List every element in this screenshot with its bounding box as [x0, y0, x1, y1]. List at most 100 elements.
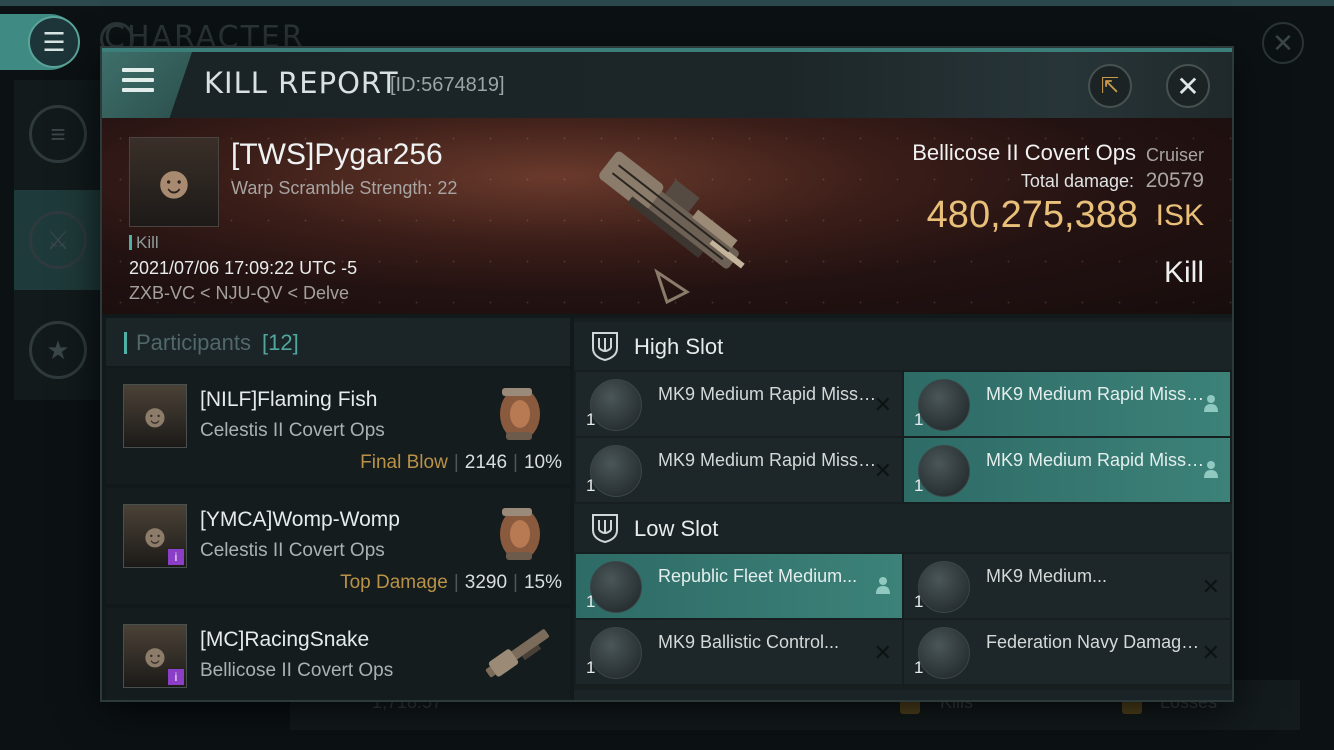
ship-image[interactable] [567, 122, 767, 312]
participant-percent: 10% [523, 452, 562, 473]
kill-datetime: 2021/07/06 17:09:22 UTC -5 [129, 258, 358, 278]
external-link-icon: ⇱ [1100, 73, 1120, 98]
participant-ship-icon[interactable] [476, 614, 560, 694]
missile-launcher-icon [918, 445, 970, 497]
participant-tag: Top Damage [340, 572, 448, 593]
participant-name[interactable]: [NILF]Flaming Fish [200, 388, 377, 412]
victim-ship-class: Cruiser [1145, 145, 1204, 165]
module-name: Republic Fleet Medium... [658, 566, 858, 586]
fitting-module[interactable]: 1 Federation Navy Damage... ✕ [904, 620, 1230, 684]
participant-stats: Top Damage | 3290 | 15% [340, 572, 562, 593]
destroyed-icon: ✕ [1201, 640, 1220, 665]
dropped-icon [876, 577, 890, 594]
corp-badge-icon: i [168, 669, 184, 685]
fittings-panel: High Slot 1 MK9 Medium Rapid Missile... … [574, 318, 1232, 700]
sidebar-item-combat[interactable]: ⚔ [14, 190, 102, 290]
module-quantity: 1 [586, 410, 596, 429]
fitting-module[interactable]: 1 Republic Fleet Medium... [576, 554, 902, 618]
participant-ship: Bellicose II Covert Ops [200, 660, 394, 681]
participant-ship: Celestis II Covert Ops [200, 420, 385, 441]
module-quantity: 1 [914, 476, 924, 495]
next-slot-header [574, 690, 1232, 700]
fitting-module[interactable]: 1 MK9 Medium Rapid Missile... ✕ [576, 372, 902, 436]
total-damage-label: Total damage: [1020, 171, 1134, 191]
module-name: MK9 Ballistic Control... [658, 632, 840, 652]
module-name: MK9 Medium Rapid Missile... [986, 450, 1206, 470]
module-name: MK9 Medium Rapid Missile... [658, 450, 878, 470]
shield-booster-icon [918, 561, 970, 613]
kill-result: Kill [1163, 256, 1204, 289]
pilot-portrait-icon: ☻ [149, 156, 199, 208]
kill-location[interactable]: ZXB-VC < NJU-QV < Delve [129, 283, 349, 304]
share-button[interactable]: ⇱ [1088, 64, 1132, 108]
close-button[interactable]: ✕ [1166, 64, 1210, 108]
fitting-module[interactable]: 1 MK9 Medium Rapid Missile... [904, 372, 1230, 436]
destroyed-icon: ✕ [873, 458, 892, 483]
destroyed-icon: ✕ [1201, 574, 1220, 599]
participant-name[interactable]: [MC]RacingSnake [200, 628, 369, 652]
victim-name[interactable]: [TWS]Pygar256 [231, 138, 443, 172]
module-quantity: 1 [914, 592, 924, 611]
participant-tag: Final Blow [360, 452, 448, 473]
participant-ship-icon[interactable] [476, 374, 560, 454]
app-menu-button[interactable]: ☰ [28, 16, 80, 68]
close-icon: ✕ [1272, 27, 1294, 58]
participant-row[interactable]: ☻ i [MC]RacingSnake Bellicose II Covert O… [106, 608, 570, 700]
armor-plate-icon [590, 561, 642, 613]
victim-ship-name[interactable]: Bellicose II Covert Ops [912, 140, 1136, 166]
participant-percent: 15% [523, 572, 562, 593]
fitting-module[interactable]: 1 MK9 Medium Rapid Missile... [904, 438, 1230, 502]
pilot-portrait-icon: ☻ [138, 517, 172, 554]
kill-tag: Kill [129, 233, 159, 253]
pilot-portrait-icon: ☻ [138, 637, 172, 674]
participant-row[interactable]: ☻ [NILF]Flaming Fish Celestis II Covert … [106, 368, 570, 484]
participant-row[interactable]: ☻ i [YMCA]Womp-Womp Celestis II Covert Op… [106, 488, 570, 604]
low-slot-icon [592, 514, 618, 544]
report-id: [ID:5674819] [390, 74, 505, 96]
hamburger-icon [122, 68, 154, 98]
victim-portrait[interactable]: ☻ [129, 137, 219, 227]
participant-portrait[interactable]: ☻ i [123, 624, 187, 688]
fitting-module[interactable]: 1 MK9 Medium... ✕ [904, 554, 1230, 618]
module-name: MK9 Medium Rapid Missile... [986, 384, 1206, 404]
damage-control-icon [918, 627, 970, 679]
participants-header: Participants [12] [106, 318, 570, 366]
kill-report-modal: KILL REPORT [ID:5674819] ⇱ ✕ ☻ [TWS]Pyga… [102, 48, 1232, 700]
high-slot-title: High Slot [634, 334, 724, 359]
module-quantity: 1 [586, 592, 596, 611]
close-icon: ✕ [1176, 70, 1200, 102]
warp-scramble-strength: Warp Scramble Strength: 22 [231, 178, 458, 198]
destroyed-icon: ✕ [873, 392, 892, 417]
participant-name[interactable]: [YMCA]Womp-Womp [200, 508, 400, 532]
total-damage-value: 20579 [1145, 169, 1204, 192]
sidebar-item-medals[interactable]: ★ [14, 300, 102, 400]
top-accent-bar [0, 0, 1334, 6]
isk-value: 480,275,388 [926, 194, 1138, 236]
victim-summary: ☻ [TWS]Pygar256 Warp Scramble Strength: … [102, 118, 1232, 314]
destroyed-icon: ✕ [873, 640, 892, 665]
dropped-icon [1204, 395, 1218, 412]
crossed-swords-icon: ⚔ [46, 224, 70, 255]
modal-title: KILL REPORT [204, 66, 399, 100]
background-close-button[interactable]: ✕ [1262, 22, 1304, 64]
pilot-portrait-icon: ☻ [138, 397, 172, 434]
sidebar-item-list[interactable]: ≡ [14, 84, 102, 184]
fitting-module[interactable]: 1 MK9 Ballistic Control... ✕ [576, 620, 902, 684]
participants-count: [12] [262, 330, 299, 355]
ballistic-control-icon [590, 627, 642, 679]
participant-portrait[interactable]: ☻ i [123, 504, 187, 568]
participant-portrait[interactable]: ☻ [123, 384, 187, 448]
missile-launcher-icon [590, 445, 642, 497]
participant-stats: Final Blow | 2146 | 10% [360, 452, 562, 473]
isk-unit: ISK [1155, 199, 1204, 232]
fitting-module[interactable]: 1 MK9 Medium Rapid Missile... ✕ [576, 438, 902, 502]
high-slot-icon [592, 332, 618, 362]
participant-ship-icon[interactable] [476, 494, 560, 574]
participant-ship: Celestis II Covert Ops [200, 540, 385, 561]
module-quantity: 1 [586, 658, 596, 677]
module-quantity: 1 [586, 476, 596, 495]
hamburger-icon: ☰ [42, 26, 66, 57]
participant-damage: 3290 [464, 572, 508, 593]
corp-badge-icon: i [168, 549, 184, 565]
low-slot-header: Low Slot [574, 504, 1232, 552]
